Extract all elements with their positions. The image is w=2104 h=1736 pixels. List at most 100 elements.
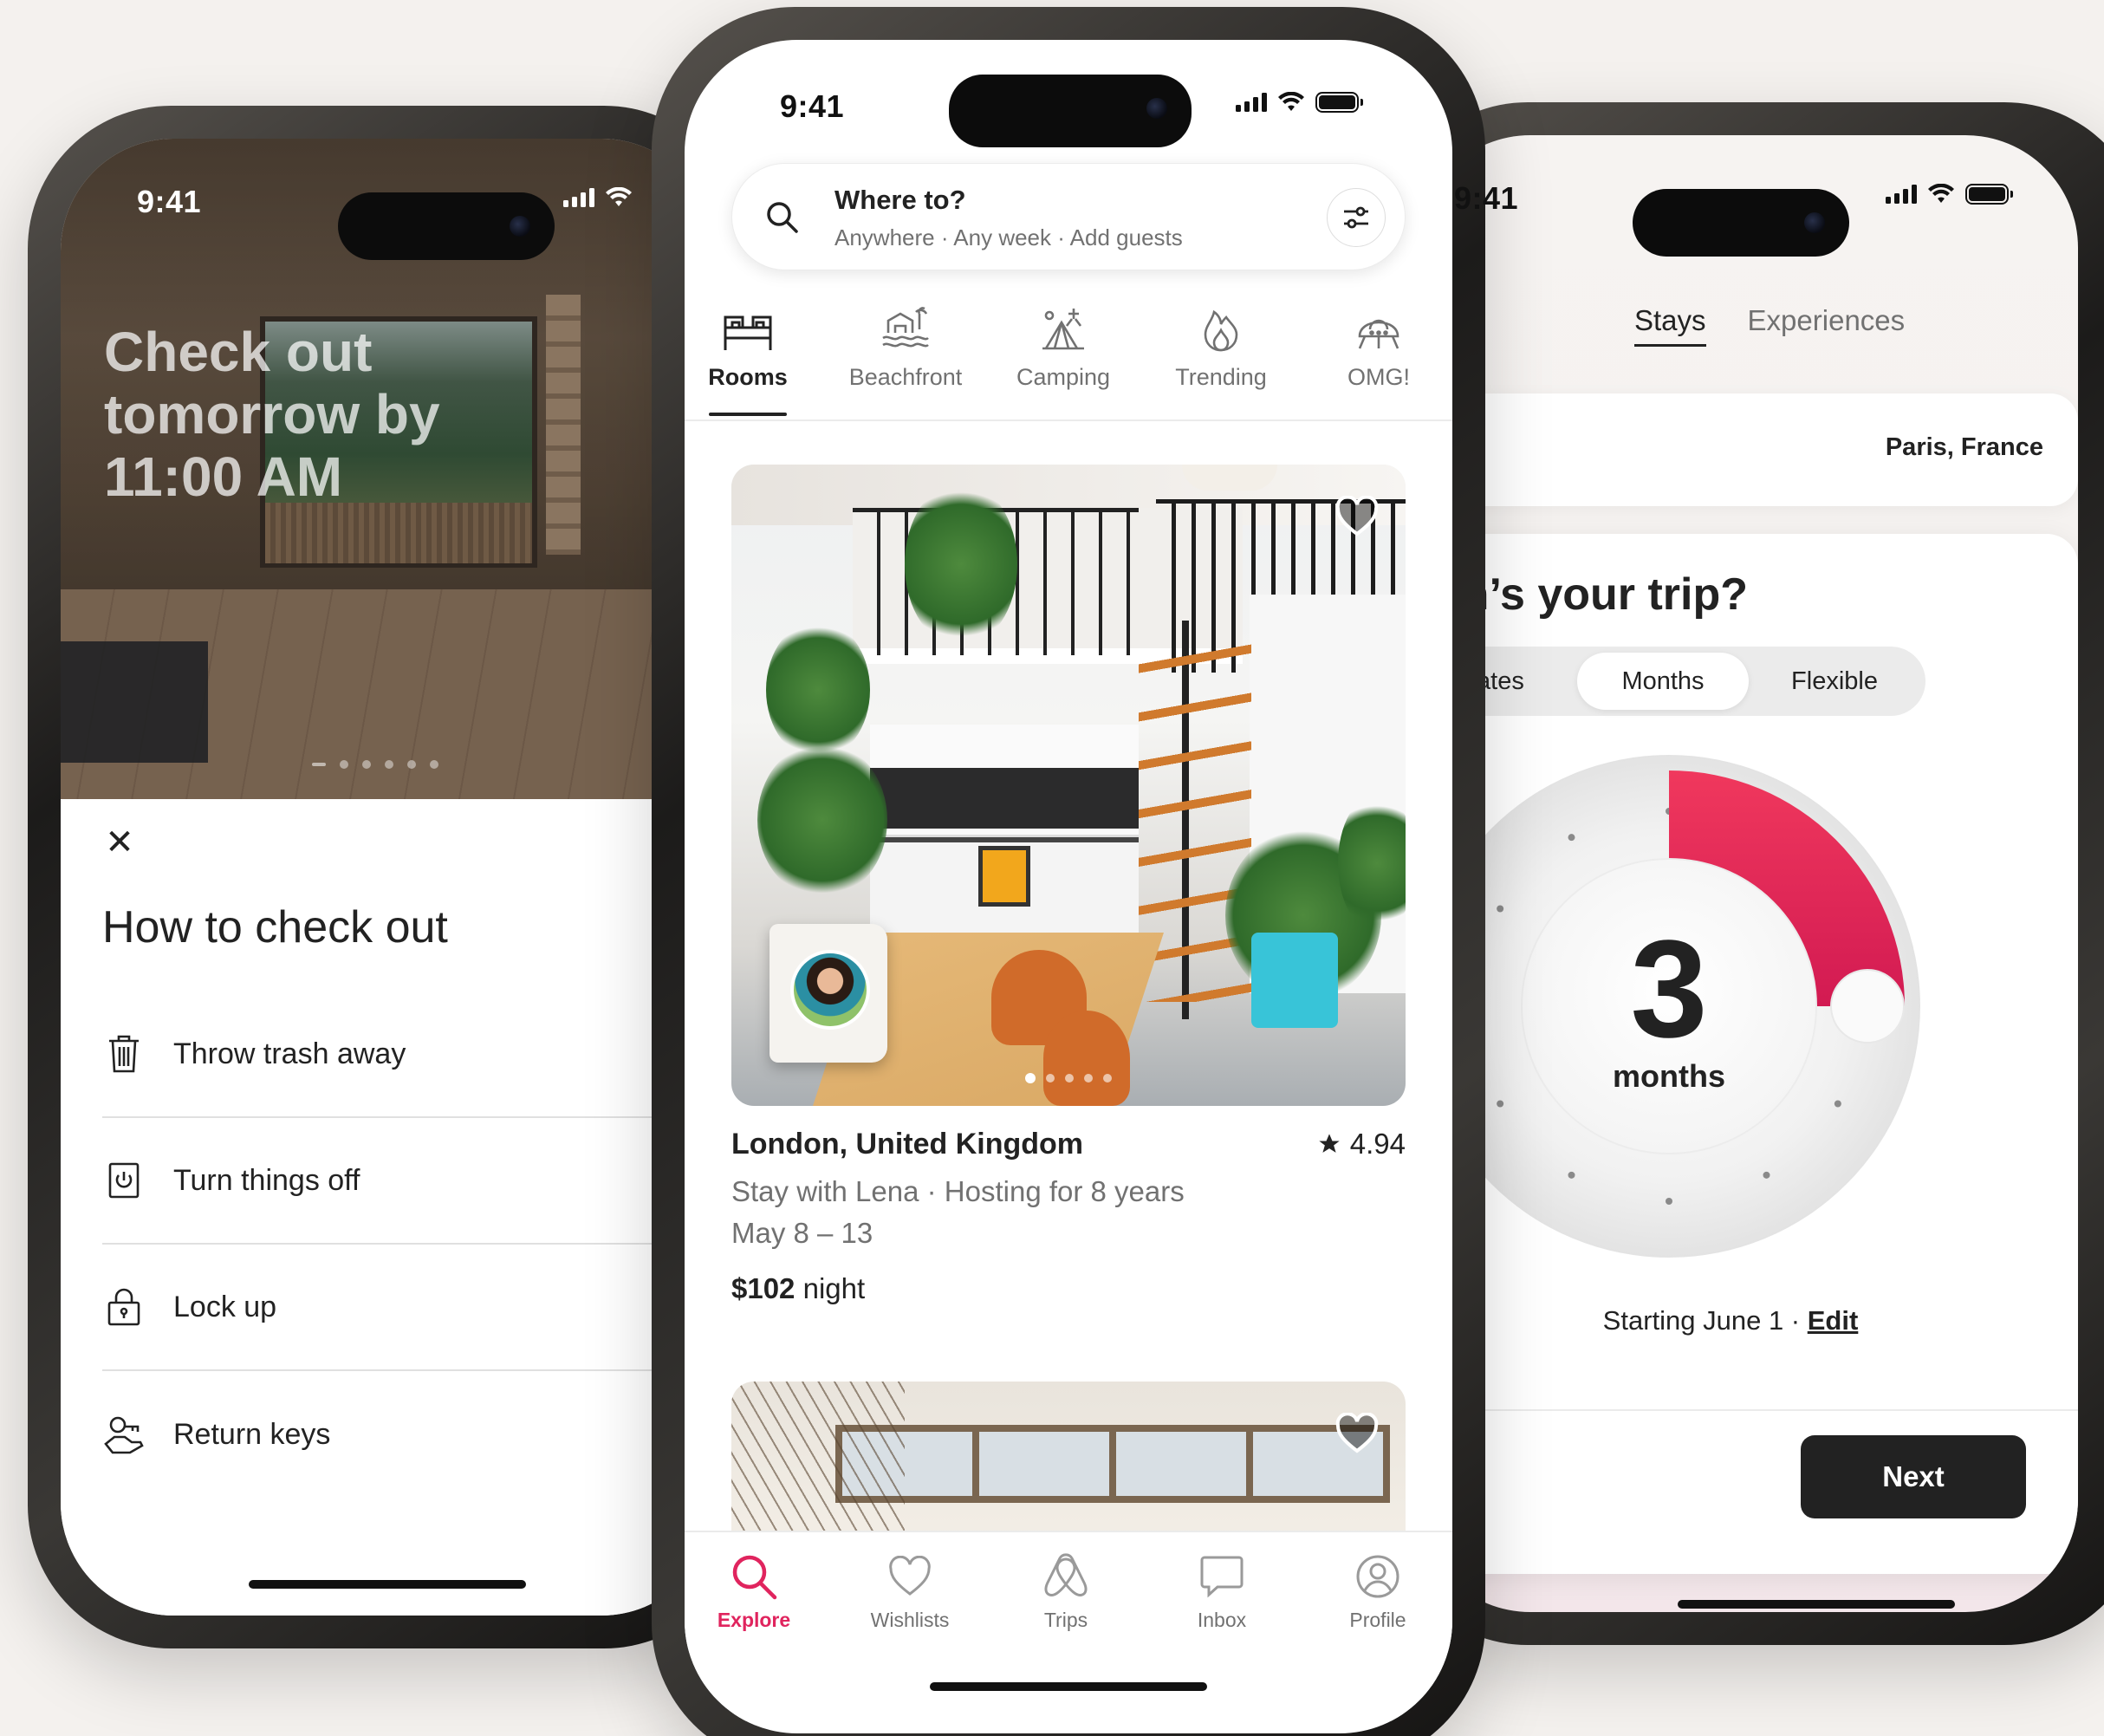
photo-pager: [1025, 1073, 1112, 1083]
star-icon: [1319, 1134, 1340, 1153]
category-label: OMG!: [1347, 364, 1410, 390]
phone-checkout: Check out tomorrow by 11:00 AM 9:41 ✕ Ho…: [28, 106, 747, 1648]
phone-trip-dates: 9:41 Stays Experiences here Paris, Franc…: [1385, 102, 2104, 1645]
dial-tick: [1568, 834, 1575, 842]
months-unit: months: [1613, 1058, 1725, 1094]
host-badge[interactable]: [770, 924, 887, 1063]
checkout-steps: Throw trash away Turn things off Lock up: [102, 992, 714, 1498]
category-beachfront[interactable]: Beachfront: [832, 300, 979, 391]
beachfront-icon: [832, 300, 979, 352]
status-time: 9:41: [780, 88, 845, 124]
photo-pager: [312, 760, 438, 769]
step-lock[interactable]: Lock up: [102, 1245, 714, 1371]
wishlist-heart-icon[interactable]: [1334, 496, 1380, 537]
status-time: 9:41: [137, 184, 202, 219]
category-label: Trending: [1175, 364, 1267, 390]
tab-trips[interactable]: Trips: [1005, 1551, 1127, 1632]
tab-label: Inbox: [1197, 1609, 1247, 1631]
months-dial[interactable]: 3 months: [1418, 746, 1929, 1266]
tab-stays[interactable]: Stays: [1634, 304, 1706, 347]
close-icon[interactable]: ✕: [102, 825, 137, 860]
pager-dot: [1103, 1074, 1112, 1083]
search-icon: [693, 1551, 815, 1602]
heart-icon: [849, 1551, 971, 1602]
checkout-sheet: ✕ How to check out Throw trash away Turn…: [61, 799, 714, 1616]
listing-location: London, United Kingdom: [731, 1128, 1084, 1161]
months-value: 3: [1630, 911, 1708, 1066]
host-avatar: [790, 950, 870, 1030]
step-trash[interactable]: Throw trash away: [102, 992, 714, 1118]
dynamic-island: [949, 75, 1192, 147]
category-label: Rooms: [708, 364, 788, 390]
airbnb-logo-icon: [1005, 1551, 1127, 1602]
category-trending[interactable]: Trending: [1147, 300, 1295, 391]
category-bar: Rooms Beachfront Camping Trending OMG!: [685, 300, 1452, 421]
home-indicator: [249, 1580, 526, 1589]
step-label: Return keys: [173, 1417, 331, 1451]
listing-info[interactable]: London, United Kingdom 4.94 Stay with Le…: [731, 1128, 1406, 1305]
category-label: Camping: [1016, 364, 1111, 390]
listing-price: $102 night: [731, 1272, 1406, 1305]
where-card[interactable]: here Paris, France: [1418, 393, 2078, 506]
status-time: 9:41: [1454, 180, 1519, 216]
power-icon: [102, 1159, 146, 1202]
listing-dates: May 8 – 13: [731, 1217, 873, 1249]
pager-dot: [1084, 1074, 1093, 1083]
category-rooms[interactable]: Rooms: [685, 300, 821, 416]
tab-profile[interactable]: Profile: [1317, 1551, 1438, 1632]
date-mode-selector: Dates Months Flexible: [1418, 647, 1925, 716]
tab-label: Explore: [717, 1609, 791, 1631]
tab-experiences[interactable]: Experiences: [1748, 304, 1906, 347]
checkout-headline: Check out tomorrow by 11:00 AM: [104, 321, 440, 508]
tab-inbox[interactable]: Inbox: [1161, 1551, 1283, 1632]
category-omg[interactable]: OMG!: [1305, 300, 1452, 391]
trending-icon: [1147, 300, 1295, 352]
wifi-icon: [1928, 184, 1954, 203]
tab-label: Wishlists: [870, 1609, 950, 1631]
search-bar[interactable]: Where to? Anywhere · Any week · Add gues…: [731, 163, 1406, 270]
keys-icon: [102, 1413, 146, 1456]
battery-icon: [1965, 184, 2013, 205]
dial-tick: [1497, 905, 1504, 913]
search-icon: [767, 202, 798, 233]
filters-icon: [1344, 206, 1368, 229]
price-amount: $102: [731, 1272, 795, 1304]
sheet-title: How to check out: [102, 902, 448, 953]
category-label: Beachfront: [848, 364, 963, 390]
signal-icon: [563, 188, 594, 207]
wishlist-heart-icon[interactable]: [1334, 1413, 1380, 1454]
lock-icon: [102, 1285, 146, 1329]
divider: [1418, 1409, 2078, 1411]
filters-button[interactable]: [1327, 188, 1386, 247]
segment-months[interactable]: Months: [1577, 653, 1749, 710]
omg-icon: [1305, 300, 1452, 352]
segment-flexible[interactable]: Flexible: [1749, 653, 1920, 710]
where-value: Paris, France: [1885, 433, 2043, 461]
trash-icon: [102, 1032, 146, 1076]
starting-text: Starting June 1 ·: [1602, 1305, 1808, 1336]
dial-tick: [1497, 1100, 1504, 1108]
trip-screen: 9:41 Stays Experiences here Paris, Franc…: [1418, 135, 2078, 1612]
home-indicator: [1678, 1600, 1955, 1609]
tab-label: Profile: [1349, 1609, 1406, 1631]
dynamic-island: [338, 192, 555, 260]
explore-screen: 9:41 Where to? Anywhere · Any week · Add…: [685, 40, 1452, 1733]
category-camping[interactable]: Camping: [990, 300, 1137, 391]
tab-wishlists[interactable]: Wishlists: [849, 1551, 971, 1632]
dynamic-island: [1633, 189, 1849, 257]
starting-date: Starting June 1 · Edit: [1418, 1305, 2078, 1336]
bottom-tab-bar: Explore Wishlists Trips Inbox Profile: [685, 1531, 1452, 1721]
dial-tick: [1666, 1198, 1672, 1205]
stays-tabs: Stays Experiences: [1634, 304, 1905, 347]
battery-icon: [1315, 92, 1363, 113]
step-power[interactable]: Turn things off: [102, 1118, 714, 1245]
step-label: Turn things off: [173, 1163, 360, 1197]
checkout-screen: Check out tomorrow by 11:00 AM 9:41 ✕ Ho…: [61, 139, 714, 1616]
listing-host: Stay with Lena · Hosting for 8 years: [731, 1175, 1185, 1207]
edit-link[interactable]: Edit: [1808, 1305, 1859, 1336]
trip-card: hen’s your trip? Dates Months Flexible 3…: [1418, 534, 2078, 1574]
listing-photo[interactable]: [731, 465, 1406, 1106]
next-button[interactable]: Next: [1801, 1435, 2026, 1518]
tab-explore[interactable]: Explore: [693, 1551, 815, 1632]
step-keys[interactable]: Return keys: [102, 1371, 714, 1498]
